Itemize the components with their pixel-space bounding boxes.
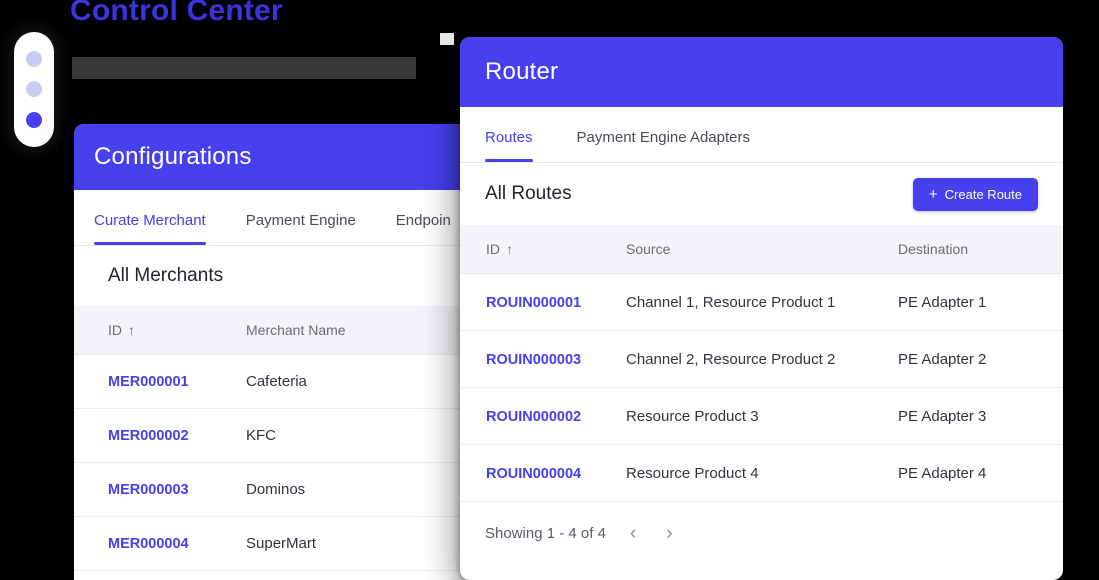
column-header-id[interactable]: ID ↑ xyxy=(74,306,246,355)
all-routes-title: All Routes xyxy=(485,183,572,204)
route-id-cell: ROUIN000002 xyxy=(460,387,626,445)
configurations-tab-bar: Curate Merchant Payment Engine Endpoin xyxy=(74,190,472,246)
chevron-left-icon[interactable]: ‹ xyxy=(624,522,642,545)
create-route-button-label: Create Route xyxy=(944,186,1022,202)
merchant-name-cell: KFC xyxy=(246,408,472,463)
column-header-merchant-name-label: Merchant Name xyxy=(246,322,346,338)
routes-table-body: ROUIN000001 Channel 1, Resource Product … xyxy=(460,273,1063,502)
screen-root: Control Center Manage Routing, Merchants… xyxy=(0,0,1099,580)
sort-ascending-icon[interactable]: ↑ xyxy=(128,322,135,338)
route-source-cell: Resource Product 4 xyxy=(626,444,898,502)
route-id-cell: ROUIN000004 xyxy=(460,444,626,502)
table-row[interactable]: ROUIN000002 Resource Product 3 PE Adapte… xyxy=(460,387,1063,445)
configurations-card-header: Configurations xyxy=(74,124,472,190)
merchant-id-link[interactable]: MER000004 xyxy=(108,536,189,552)
merchant-id-link[interactable]: MER000001 xyxy=(108,374,189,390)
tab-payment-engine[interactable]: Payment Engine xyxy=(246,212,356,245)
route-id-link[interactable]: ROUIN000002 xyxy=(486,409,581,425)
merchants-table-body: MER000001 Cafeteria MER000002 KFC MER000… xyxy=(74,354,472,571)
tab-endpoints[interactable]: Endpoin xyxy=(396,212,451,245)
merchant-id-cell: MER000003 xyxy=(74,462,246,517)
tab-payment-engine-adapters-label: Payment Engine Adapters xyxy=(576,129,750,146)
column-header-destination-label: Destination xyxy=(898,241,969,257)
column-header-source-label: Source xyxy=(626,241,671,257)
routes-section-bar: All Routes + Create Route xyxy=(460,163,1063,225)
router-card-header: Router xyxy=(460,37,1063,107)
page-title: Control Center xyxy=(70,0,283,27)
step-dot-3-active[interactable] xyxy=(26,111,42,128)
column-header-id[interactable]: ID ↑ xyxy=(460,225,626,274)
pagination-showing-label: Showing 1 - 4 of 4 xyxy=(485,524,606,542)
router-tab-bar: Routes Payment Engine Adapters xyxy=(460,107,1063,163)
vertical-step-indicator[interactable] xyxy=(14,32,54,147)
table-row[interactable]: MER000004 SuperMart xyxy=(74,516,472,571)
merchant-name-cell: Cafeteria xyxy=(246,354,472,409)
all-merchants-title: All Merchants xyxy=(108,265,224,286)
route-id-link[interactable]: ROUIN000001 xyxy=(486,295,581,311)
route-source-cell: Channel 2, Resource Product 2 xyxy=(626,330,898,388)
plus-icon: + xyxy=(928,185,938,203)
merchants-table-header-row: ID ↑ Merchant Name xyxy=(74,306,472,355)
column-header-merchant-name[interactable]: Merchant Name xyxy=(246,306,472,355)
routes-table-header-row: ID ↑ Source Destination xyxy=(460,225,1063,274)
configurations-title: Configurations xyxy=(94,143,252,170)
column-header-source[interactable]: Source xyxy=(626,225,898,274)
chevron-right-icon[interactable]: › xyxy=(660,522,678,545)
column-header-id-label: ID xyxy=(486,241,500,257)
merchant-id-link[interactable]: MER000002 xyxy=(108,428,189,444)
tab-curate-merchant[interactable]: Curate Merchant xyxy=(94,212,206,245)
merchant-id-cell: MER000002 xyxy=(74,408,246,463)
tab-payment-engine-adapters[interactable]: Payment Engine Adapters xyxy=(577,129,750,162)
sort-ascending-icon[interactable]: ↑ xyxy=(506,241,513,257)
route-source-cell: Resource Product 3 xyxy=(626,387,898,445)
table-row[interactable]: MER000003 Dominos xyxy=(74,462,472,517)
route-id-link[interactable]: ROUIN000004 xyxy=(486,466,581,482)
merchant-name-cell: Dominos xyxy=(246,462,472,517)
route-destination-cell: PE Adapter 4 xyxy=(898,444,1063,502)
table-row[interactable]: MER000001 Cafeteria xyxy=(74,354,472,409)
tab-endpoints-label: Endpoin xyxy=(395,212,451,229)
step-dot-2[interactable] xyxy=(26,81,42,98)
merchant-id-cell: MER000004 xyxy=(74,516,246,571)
create-route-button[interactable]: + Create Route xyxy=(912,177,1038,211)
merchant-id-link[interactable]: MER000003 xyxy=(108,482,189,498)
table-row[interactable]: MER000002 KFC xyxy=(74,408,472,463)
route-id-cell: ROUIN000001 xyxy=(460,273,626,331)
route-source-cell: Channel 1, Resource Product 1 xyxy=(626,273,898,331)
merchants-table: ID ↑ Merchant Name MER000001 Cafeteria ME… xyxy=(74,306,472,571)
column-header-id-label: ID xyxy=(108,322,122,338)
tab-payment-engine-label: Payment Engine xyxy=(245,212,356,229)
route-id-link[interactable]: ROUIN000003 xyxy=(486,352,581,368)
routes-table: ID ↑ Source Destination ROUIN000001 Chann… xyxy=(460,225,1063,502)
tab-routes-label: Routes xyxy=(485,129,533,146)
merchant-id-cell: MER000001 xyxy=(74,354,246,409)
table-row[interactable]: ROUIN000003 Channel 2, Resource Product … xyxy=(460,330,1063,388)
column-header-destination[interactable]: Destination xyxy=(898,225,1063,274)
router-card: Router Routes Payment Engine Adapters Al… xyxy=(460,37,1063,580)
merchant-name-cell: SuperMart xyxy=(246,516,472,571)
route-destination-cell: PE Adapter 2 xyxy=(898,330,1063,388)
route-destination-cell: PE Adapter 1 xyxy=(898,273,1063,331)
table-row[interactable]: ROUIN000001 Channel 1, Resource Product … xyxy=(460,273,1063,331)
router-title: Router xyxy=(485,58,559,85)
render-artifact xyxy=(440,33,454,45)
page-subtitle-redacted: Manage Routing, Merchants and Payment En… xyxy=(72,57,416,79)
configurations-card: Configurations Curate Merchant Payment E… xyxy=(74,124,472,580)
table-row[interactable]: ROUIN000004 Resource Product 4 PE Adapte… xyxy=(460,444,1063,502)
merchants-section-bar: All Merchants xyxy=(74,246,472,306)
route-id-cell: ROUIN000003 xyxy=(460,330,626,388)
step-dot-1[interactable] xyxy=(26,51,42,68)
tab-curate-merchant-label: Curate Merchant xyxy=(94,212,206,229)
routes-pagination: Showing 1 - 4 of 4 ‹ › xyxy=(460,502,1063,564)
route-destination-cell: PE Adapter 3 xyxy=(898,387,1063,445)
tab-routes[interactable]: Routes xyxy=(485,129,533,162)
